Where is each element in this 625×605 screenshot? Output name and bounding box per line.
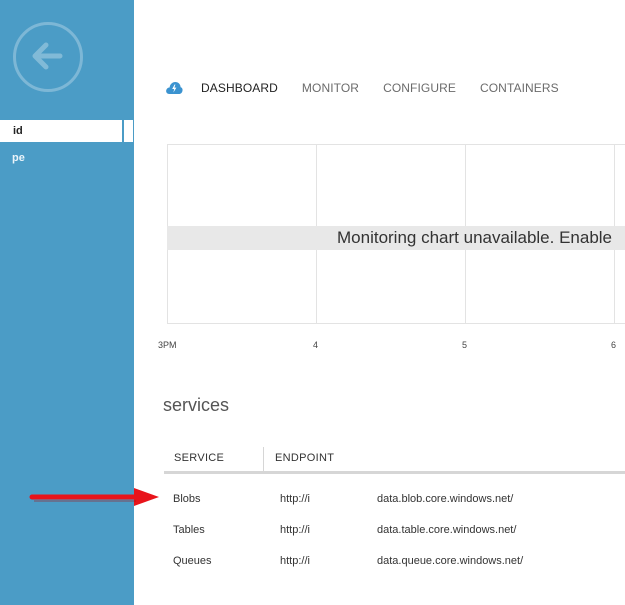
endpoint-prefix: http://i xyxy=(280,524,310,536)
table-row[interactable]: Queues http://i data.queue.core.windows.… xyxy=(164,555,625,579)
sidebar: id pe xyxy=(0,0,134,605)
column-header-endpoint[interactable]: ENDPOINT xyxy=(275,452,334,464)
red-arrow-icon xyxy=(29,488,159,506)
sidebar-item-label: id xyxy=(13,125,23,137)
service-name: Tables xyxy=(173,524,205,536)
column-divider xyxy=(263,447,264,471)
endpoint-suffix: data.queue.core.windows.net/ xyxy=(377,555,524,567)
chart-tick-label: 6 xyxy=(611,340,617,350)
chart-tick-label: 5 xyxy=(462,340,468,350)
storage-cloud-icon xyxy=(166,82,183,94)
chart-tick-label: 4 xyxy=(313,340,319,350)
service-name: Queues xyxy=(173,555,212,567)
tab-bar: DASHBOARD MONITOR CONFIGURE CONTAINERS xyxy=(165,78,583,98)
tab-containers[interactable]: CONTAINERS xyxy=(480,81,559,95)
sidebar-item-edge xyxy=(124,120,133,142)
chart-tick-label: 3PM xyxy=(158,340,177,350)
services-table-header: SERVICE ENDPOINT xyxy=(164,447,625,474)
endpoint-suffix: data.blob.core.windows.net/ xyxy=(377,493,514,505)
sidebar-item-secondary[interactable]: pe xyxy=(12,147,25,169)
monitoring-chart: Monitoring chart unavailable. Enable xyxy=(167,144,625,324)
back-button[interactable] xyxy=(13,22,83,92)
tab-monitor[interactable]: MONITOR xyxy=(302,81,359,95)
tab-dashboard[interactable]: DASHBOARD xyxy=(201,81,278,95)
endpoint-prefix: http://i xyxy=(280,555,310,567)
column-header-service[interactable]: SERVICE xyxy=(174,452,224,464)
table-row[interactable]: Tables http://i data.table.core.windows.… xyxy=(164,524,625,548)
chart-unavailable-message: Monitoring chart unavailable. Enable xyxy=(337,228,613,247)
table-row[interactable]: Blobs http://i data.blob.core.windows.ne… xyxy=(164,493,625,517)
back-arrow-icon xyxy=(32,42,63,70)
chart-unavailable-banner: Monitoring chart unavailable. Enable xyxy=(167,226,625,250)
sidebar-item-label: pe xyxy=(12,152,25,164)
tab-configure[interactable]: CONFIGURE xyxy=(383,81,456,95)
sidebar-item-active[interactable]: id xyxy=(0,120,122,142)
endpoint-suffix: data.table.core.windows.net/ xyxy=(377,524,517,536)
endpoint-prefix: http://i xyxy=(280,493,310,505)
services-heading: services xyxy=(163,395,230,415)
service-name: Blobs xyxy=(173,493,201,505)
